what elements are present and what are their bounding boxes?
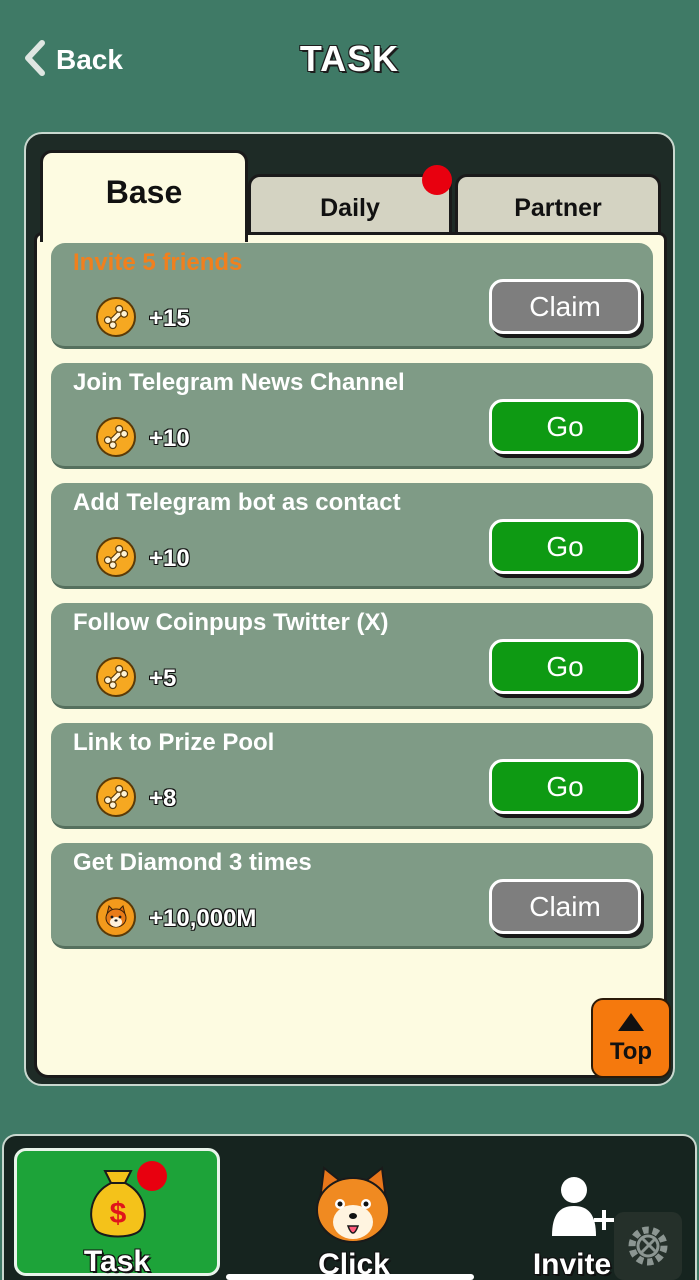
task-list: Invite 5 friends +15 Claim Join Telegram… [34, 232, 667, 1078]
task-reward: +5 [149, 665, 177, 692]
tab-partner-label: Partner [514, 194, 602, 222]
bone-coin-icon [96, 657, 136, 697]
page-title: TASK [299, 38, 400, 79]
go-button[interactable]: Go [489, 759, 641, 814]
nav-click[interactable]: Click [254, 1156, 454, 1280]
scroll-top-button[interactable]: Top [591, 998, 671, 1078]
daily-notification-dot [422, 165, 452, 195]
shiba-face-icon [310, 1164, 396, 1253]
shiba-coin-icon [96, 897, 136, 937]
task-reward: +10 [149, 545, 190, 572]
go-button[interactable]: Go [489, 639, 641, 694]
task-reward: +15 [149, 305, 190, 332]
header: Back TASK [0, 0, 699, 120]
task-title: Join Telegram News Channel [73, 369, 405, 396]
task-row: Add Telegram bot as contact +10 Go [51, 483, 653, 589]
settings-gear-icon[interactable] [614, 1212, 682, 1280]
claim-button[interactable]: Claim [489, 879, 641, 934]
go-button[interactable]: Go [489, 399, 641, 454]
bone-coin-icon [96, 777, 136, 817]
task-reward: +10,000M [149, 905, 257, 932]
bone-coin-icon [96, 297, 136, 337]
home-indicator [226, 1274, 474, 1280]
go-button[interactable]: Go [489, 519, 641, 574]
task-reward: +8 [149, 785, 177, 812]
task-row: Join Telegram News Channel +10 Go [51, 363, 653, 469]
tab-daily[interactable]: Daily [248, 174, 452, 240]
bone-coin-icon [96, 537, 136, 577]
task-title: Invite 5 friends [73, 249, 243, 276]
task-row: Invite 5 friends +15 Claim [51, 243, 653, 349]
nav-task-label: Task [83, 1245, 151, 1278]
scroll-top-label: Top [609, 1037, 653, 1065]
task-row: Get Diamond 3 times +10,000M Claim [51, 843, 653, 949]
task-title: Add Telegram bot as contact [73, 489, 401, 516]
bone-coin-icon [96, 417, 136, 457]
task-title: Get Diamond 3 times [73, 849, 312, 876]
task-title: Follow Coinpups Twitter (X) [73, 609, 389, 636]
task-row: Follow Coinpups Twitter (X) +5 Go [51, 603, 653, 709]
tab-base[interactable]: Base [40, 150, 248, 242]
tab-daily-label: Daily [320, 194, 380, 222]
arrow-up-icon [616, 1011, 646, 1038]
task-row: Link to Prize Pool +8 Go [51, 723, 653, 829]
add-user-icon [546, 1174, 616, 1245]
task-panel: Base Daily Partner Invite 5 friends +15 … [24, 132, 675, 1086]
task-title: Link to Prize Pool [73, 729, 275, 756]
task-reward: +10 [149, 425, 190, 452]
tab-base-label: Base [105, 174, 183, 210]
bottom-nav: $ Task Click Invite [2, 1134, 697, 1280]
nav-task[interactable]: $ Task [14, 1148, 220, 1278]
claim-button[interactable]: Claim [489, 279, 641, 334]
svg-text:$: $ [110, 1197, 127, 1230]
task-notification-dot [137, 1161, 167, 1191]
tab-partner[interactable]: Partner [455, 174, 661, 240]
